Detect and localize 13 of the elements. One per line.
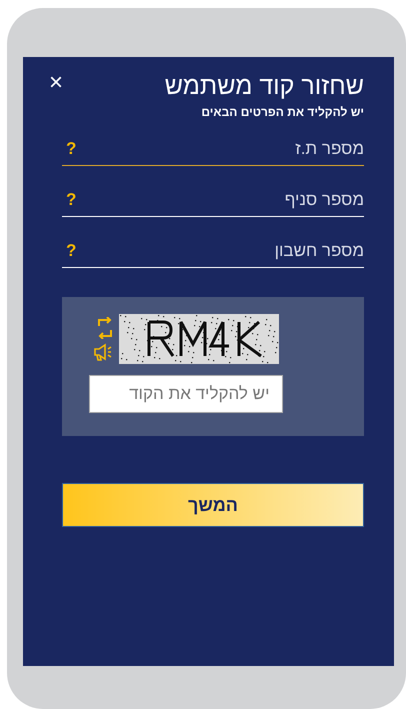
captcha-input[interactable]: יש להקליד את הקוד — [88, 375, 282, 413]
refresh-icon[interactable] — [96, 317, 112, 339]
speaker-icon[interactable] — [92, 343, 112, 361]
dialog-subtitle: יש להקליד את הפרטים הבאים — [200, 105, 364, 119]
help-button[interactable]: ? — [62, 190, 76, 210]
dialog-title: שחזור קוד משתמש — [164, 71, 364, 102]
input-field[interactable]: מספר ת.ז ? — [62, 133, 364, 166]
input-field[interactable]: מספר חשבון ? — [62, 235, 364, 268]
close-button[interactable]: × — [49, 73, 64, 93]
help-button[interactable]: ? — [62, 241, 76, 261]
help-button[interactable]: ? — [62, 139, 76, 159]
input-field[interactable]: מספר סניף ? — [62, 184, 364, 217]
continue-button[interactable]: המשך — [62, 483, 364, 527]
